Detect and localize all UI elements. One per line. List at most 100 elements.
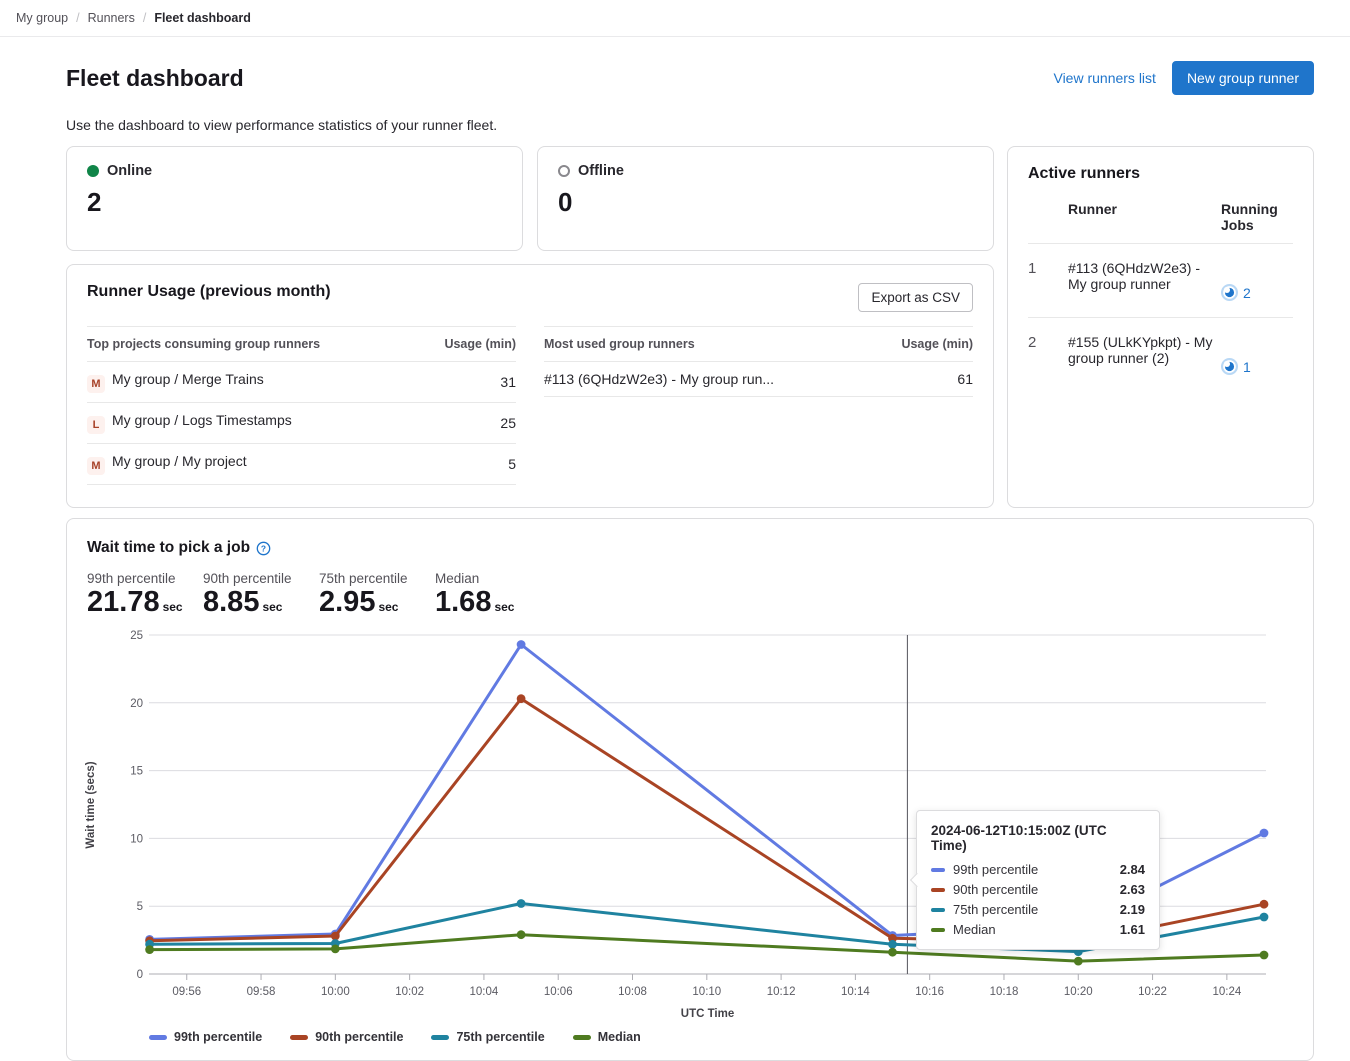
tooltip-swatch: [931, 908, 945, 912]
legend-swatch: [149, 1035, 167, 1040]
project-usage-row: MMy group / My project 5: [87, 444, 516, 485]
runner-usage-value: 61: [871, 362, 973, 397]
project-usage-value: 25: [415, 403, 516, 444]
legend-label: 90th percentile: [315, 1030, 403, 1044]
legend-swatch: [290, 1035, 308, 1040]
online-count: 2: [87, 187, 502, 218]
svg-text:09:58: 09:58: [247, 986, 276, 998]
tooltip-series-row: 90th percentile 2.63: [931, 882, 1145, 897]
status-cards-row: Online 2 Offline 0: [66, 146, 994, 251]
breadcrumb-item[interactable]: My group: [16, 11, 68, 25]
project-avatar: L: [87, 416, 105, 434]
percentile-stat: 90th percentile 8.85sec: [203, 571, 303, 619]
svg-text:10: 10: [130, 834, 143, 846]
svg-text:10:20: 10:20: [1064, 986, 1093, 998]
tooltip-series-row: 99th percentile 2.84: [931, 862, 1145, 877]
svg-text:?: ?: [261, 543, 266, 553]
svg-text:10:24: 10:24: [1212, 986, 1241, 998]
project-usage-value: 5: [415, 444, 516, 485]
legend-item[interactable]: 99th percentile: [149, 1030, 262, 1044]
page-container: Fleet dashboard View runners list New gr…: [0, 61, 1350, 1061]
active-runner-row: 1 #113 (6QHdzW2e3) - My group runner 2: [1028, 244, 1293, 318]
view-runners-list-link[interactable]: View runners list: [1053, 70, 1155, 86]
stat-label: Median: [435, 571, 535, 586]
project-usage-value: 31: [415, 362, 516, 403]
legend-swatch: [431, 1035, 449, 1040]
stat-unit: sec: [378, 600, 398, 614]
svg-text:10:10: 10:10: [692, 986, 721, 998]
legend-item[interactable]: Median: [573, 1030, 641, 1044]
svg-text:25: 25: [130, 630, 143, 642]
top-projects-table: Top projects consuming group runners Usa…: [87, 326, 516, 485]
stat-value: 8.85sec: [203, 586, 303, 619]
stat-value: 1.68sec: [435, 586, 535, 619]
project-name: MMy group / Merge Trains: [87, 362, 415, 403]
running-status-icon: [1221, 358, 1238, 375]
svg-text:10:08: 10:08: [618, 986, 647, 998]
running-jobs-count[interactable]: 1: [1243, 359, 1251, 375]
stat-value: 21.78sec: [87, 586, 187, 619]
project-usage-row: MMy group / Merge Trains 31: [87, 362, 516, 403]
tooltip-series-label: Median: [953, 922, 996, 937]
svg-text:Wait time (secs): Wait time (secs): [85, 762, 97, 849]
tooltip-swatch: [931, 928, 945, 932]
stat-unit: sec: [494, 600, 514, 614]
tooltip-series-value: 2.84: [1120, 862, 1145, 877]
active-runners-table: Runner Running Jobs 1 #113 (6QHdzW2e3) -…: [1028, 189, 1293, 391]
svg-text:15: 15: [130, 766, 143, 778]
svg-text:10:18: 10:18: [990, 986, 1019, 998]
tooltip-swatch: [931, 888, 945, 892]
legend-swatch: [573, 1035, 591, 1040]
new-group-runner-button[interactable]: New group runner: [1172, 61, 1314, 95]
active-runner-row: 2 #155 (ULkKYpkpt) - My group runner (2)…: [1028, 318, 1293, 392]
svg-text:10:14: 10:14: [841, 986, 870, 998]
svg-text:0: 0: [137, 969, 143, 981]
offline-runners-card: Offline 0: [537, 146, 994, 251]
breadcrumb-separator: /: [143, 11, 146, 25]
tooltip-series-label: 90th percentile: [953, 882, 1038, 897]
stat-value: 2.95sec: [319, 586, 419, 619]
runner-usage-header: Runner Usage (previous month) Export as …: [87, 283, 973, 312]
percentile-stat: 99th percentile 21.78sec: [87, 571, 187, 619]
stat-label: 75th percentile: [319, 571, 419, 586]
runner-usage-row: #113 (6QHdzW2e3) - My group run... 61: [544, 362, 973, 397]
stat-unit: sec: [163, 600, 183, 614]
svg-text:10:02: 10:02: [395, 986, 424, 998]
runner-index: 2: [1028, 318, 1068, 392]
breadcrumb-separator: /: [76, 11, 79, 25]
legend-item[interactable]: 75th percentile: [431, 1030, 544, 1044]
most-used-runners-column: Most used group runners Usage (min) #113…: [544, 326, 973, 485]
project-avatar: M: [87, 457, 105, 475]
active-runners-jobs-header: Running Jobs: [1221, 189, 1293, 244]
breadcrumb-item: Fleet dashboard: [154, 11, 251, 25]
tooltip-series-value: 1.61: [1120, 922, 1145, 937]
tooltip-swatch: [931, 868, 945, 872]
page-title: Fleet dashboard: [66, 65, 244, 92]
header-actions: View runners list New group runner: [1053, 61, 1314, 95]
project-avatar: M: [87, 375, 105, 393]
svg-text:10:06: 10:06: [544, 986, 573, 998]
export-csv-button[interactable]: Export as CSV: [858, 283, 973, 312]
breadcrumb-bar: My group / Runners / Fleet dashboard: [0, 0, 1350, 37]
top-projects-header: Top projects consuming group runners: [87, 327, 415, 362]
stat-unit: sec: [262, 600, 282, 614]
svg-text:10:22: 10:22: [1138, 986, 1167, 998]
usage-tables: Top projects consuming group runners Usa…: [87, 326, 973, 485]
stat-label: 90th percentile: [203, 571, 303, 586]
running-jobs-count[interactable]: 2: [1243, 285, 1251, 301]
breadcrumb-item[interactable]: Runners: [88, 11, 135, 25]
legend-item[interactable]: 90th percentile: [290, 1030, 403, 1044]
tooltip-series-value: 2.63: [1120, 882, 1145, 897]
active-runners-title: Active runners: [1028, 165, 1293, 183]
most-used-runners-header: Most used group runners: [544, 327, 871, 362]
project-name: MMy group / My project: [87, 444, 415, 485]
project-usage-row: LMy group / Logs Timestamps 25: [87, 403, 516, 444]
runner-usage-name: #113 (6QHdzW2e3) - My group run...: [544, 362, 871, 397]
page-header: Fleet dashboard View runners list New gr…: [66, 61, 1314, 95]
offline-status-icon: [558, 165, 570, 177]
runner-index: 1: [1028, 244, 1068, 318]
wait-time-title: Wait time to pick a job: [87, 539, 250, 557]
help-icon[interactable]: ?: [256, 541, 271, 556]
offline-card-header: Offline: [558, 163, 973, 179]
online-runners-card: Online 2: [66, 146, 523, 251]
